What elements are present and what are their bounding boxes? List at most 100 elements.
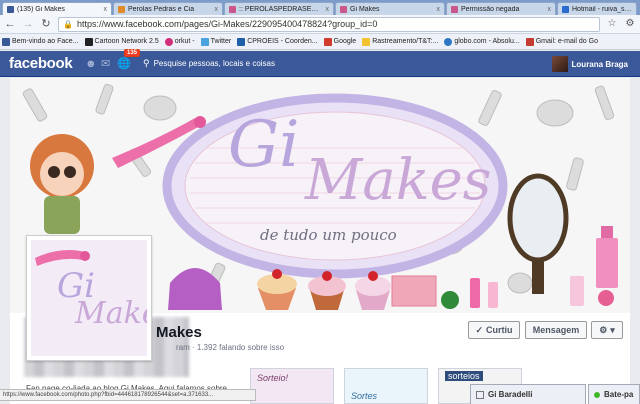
like-button-label: Curtiu: [486, 325, 513, 335]
cover-tagline: de tudo um pouco: [260, 226, 397, 244]
site-favicon-icon: [451, 5, 458, 13]
bookmark-item[interactable]: CPROEIS - Coorden...: [237, 37, 318, 46]
bookmarks-bar: Bem-vindo ao Face... Cartoon Network 2.5…: [0, 34, 640, 50]
messages-icon[interactable]: ✉: [101, 57, 117, 70]
forward-arrow-icon[interactable]: →: [22, 18, 34, 30]
bookmark-label: Rastreamento/T&T:...: [372, 38, 439, 45]
bookmark-item[interactable]: orkut -: [164, 37, 195, 46]
tab-permissao-negada[interactable]: Permissão negada x: [446, 2, 556, 15]
like-button[interactable]: ✓ Curtiu: [468, 321, 520, 339]
reload-icon[interactable]: ↻: [40, 18, 52, 30]
bookmark-label: globo.com - Absolu...: [454, 38, 520, 45]
bookmark-label: Gmail: e-mail do Go: [535, 38, 598, 45]
notifications-icon[interactable]: 🌐 135: [117, 49, 141, 70]
chat-friend-name: Gi Baradelli: [488, 390, 533, 399]
url-text: https://www.facebook.com/pages/Gi-Makes/…: [76, 19, 378, 29]
bookmark-label: Google: [333, 38, 357, 45]
tab-label: :: PEROLASPEDRASECIA: [239, 5, 323, 13]
bookmark-item[interactable]: Google: [323, 37, 357, 46]
tab-label: Hotmail - ruiva_sape: [572, 5, 632, 13]
chevron-down-icon: ▾: [610, 324, 615, 335]
tab-hotmail[interactable]: Hotmail - ruiva_sape: [557, 2, 637, 15]
correios-icon: [362, 37, 371, 46]
profile-picture-art: Gi Makes: [31, 240, 147, 356]
cproeis-icon: [237, 37, 246, 46]
message-button[interactable]: Mensagem: [525, 321, 587, 339]
orkut-icon: [164, 37, 173, 46]
friend-requests-icon[interactable]: ☻: [85, 58, 101, 70]
site-favicon-icon: [340, 5, 347, 13]
cartoon-network-icon: [84, 37, 93, 46]
facebook-icon: [2, 37, 10, 46]
app-tab-label: sorteios: [445, 371, 483, 381]
facebook-header: facebook ☻ ✉ 🌐 135 ⚲ Pesquise pessoas, lo…: [0, 49, 640, 77]
search-input[interactable]: ⚲ Pesquise pessoas, locais e coisas: [143, 58, 443, 69]
page-content: Gi Makes de tudo um pouco Makes ram · 1.…: [10, 78, 630, 404]
app-tab-label: Sorteio!: [257, 373, 289, 383]
bookmark-item[interactable]: Rastreamento/T&T:...: [362, 37, 439, 46]
browser-status-url: https://www.facebook.com/photo.php?fbid=…: [0, 389, 256, 401]
profile-picture[interactable]: Gi Makes: [26, 235, 152, 361]
chat-sidebar-label: Bate-pa: [604, 390, 634, 399]
twitter-icon: [200, 37, 209, 46]
tab-perolaspedrascia[interactable]: :: PEROLASPEDRASECIA x: [224, 2, 334, 15]
tab-gi-makes-blog[interactable]: Gi Makes x: [335, 2, 445, 15]
star-icon[interactable]: ☆: [606, 18, 618, 30]
bookmark-label: orkut -: [174, 38, 195, 45]
tab-label: (135) Gi Makes: [17, 5, 65, 13]
app-tab-sorteio[interactable]: Sorteio!: [250, 368, 334, 404]
user-name: Lourana Braga: [571, 59, 628, 69]
page-options-button[interactable]: ⚙ ▾: [591, 321, 623, 339]
bookmark-label: Bem-vindo ao Face...: [12, 38, 79, 45]
facebook-favicon-icon: [7, 5, 14, 13]
tab-gi-makes[interactable]: (135) Gi Makes x: [2, 2, 112, 15]
tab-perolas[interactable]: Perolas Pedras e Cia x: [113, 2, 223, 15]
chat-sidebar-toggle[interactable]: Bate-pa: [588, 384, 640, 404]
app-tab-sortes[interactable]: Sortes: [344, 368, 428, 404]
message-button-label: Mensagem: [532, 325, 580, 335]
site-favicon-icon: [229, 5, 236, 13]
lock-icon: 🔒: [63, 19, 73, 29]
bookmark-item[interactable]: Cartoon Network 2.5: [84, 37, 159, 46]
address-toolbar: ← → ↻ 🔒 https://www.facebook.com/pages/G…: [0, 15, 640, 34]
bookmark-item[interactable]: Gmail: e-mail do Go: [525, 37, 598, 46]
chat-window-icon: [476, 390, 484, 399]
tab-label: Gi Makes: [350, 5, 380, 13]
cover-brand-gi: Gi: [228, 108, 300, 182]
tab-label: Permissão negada: [461, 5, 520, 13]
browser-tab-strip: (135) Gi Makes x Perolas Pedras e Cia x …: [0, 0, 640, 15]
app-tab-label: Sortes: [351, 391, 378, 401]
avatar: [551, 56, 568, 72]
site-favicon-icon: [118, 5, 125, 13]
page-title[interactable]: Makes: [156, 324, 202, 341]
cover-brand-makes: Makes: [305, 148, 492, 213]
profile-brand-makes: Makes: [75, 296, 147, 331]
hotmail-favicon-icon: [562, 5, 569, 13]
tab-close-icon[interactable]: x: [104, 6, 108, 13]
url-field[interactable]: 🔒 https://www.facebook.com/pages/Gi-Make…: [58, 16, 600, 32]
back-arrow-icon[interactable]: ←: [4, 18, 16, 30]
bookmark-label: Twitter: [210, 38, 232, 45]
bookmark-item[interactable]: Bem-vindo ao Face...: [2, 37, 79, 46]
facebook-logo[interactable]: facebook: [9, 55, 85, 72]
search-placeholder: Pesquise pessoas, locais e coisas: [153, 59, 275, 68]
bookmark-item[interactable]: globo.com - Absolu...: [444, 37, 520, 46]
gmail-icon: [525, 37, 534, 46]
tab-close-icon[interactable]: x: [548, 6, 552, 13]
gear-icon: ⚙: [599, 324, 608, 335]
tab-close-icon[interactable]: x: [326, 6, 330, 13]
tab-close-icon[interactable]: x: [437, 6, 441, 13]
search-icon: ⚲: [143, 58, 150, 68]
tab-close-icon[interactable]: x: [215, 6, 219, 13]
checkmark-icon: ✓: [475, 324, 484, 335]
chat-tab-gi-baradelli[interactable]: Gi Baradelli: [470, 384, 586, 404]
page-stats: ram · 1.392 falando sobre isso: [176, 343, 285, 352]
notification-badge: 135: [124, 49, 141, 57]
globo-icon: [444, 37, 453, 46]
profile-link[interactable]: Lourana Braga: [551, 56, 628, 72]
bookmark-label: Cartoon Network 2.5: [94, 38, 159, 45]
online-status-icon: [594, 391, 600, 398]
tab-label: Perolas Pedras e Cia: [128, 5, 195, 13]
bookmark-item[interactable]: Twitter: [200, 37, 232, 46]
wrench-icon[interactable]: ⚙: [624, 18, 636, 30]
